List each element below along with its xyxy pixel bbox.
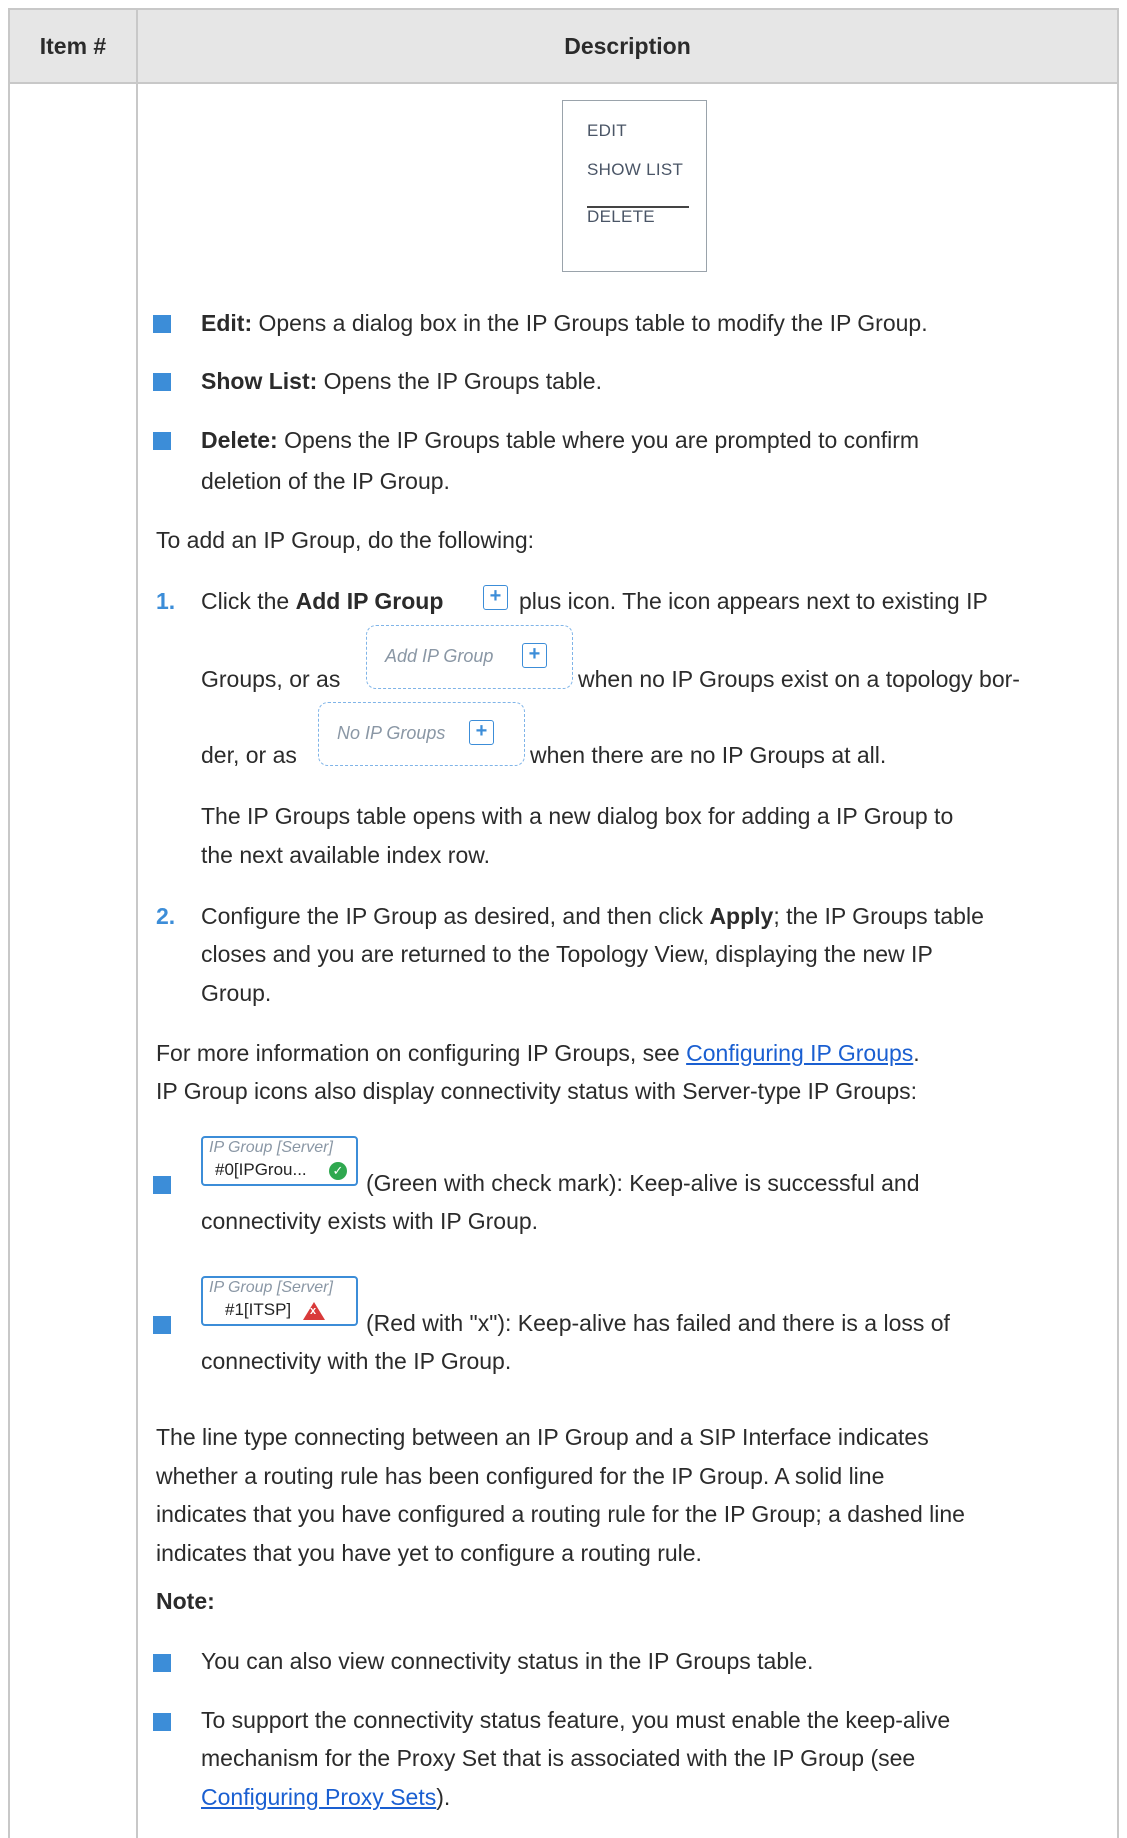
ip-group-server-connected-icon: IP Group [Server] #0[IPGrou... ✓ <box>201 1136 358 1186</box>
bullet-icon <box>153 315 171 333</box>
more-info: For more information on configuring IP G… <box>156 1040 920 1066</box>
bullet-icon <box>153 1654 171 1672</box>
add-ip-group-box-icon: Add IP Group + <box>366 625 573 689</box>
line-type-para-4: indicates that you have yet to configure… <box>156 1540 702 1566</box>
line-type-para-2: whether a routing rule has been configur… <box>156 1463 885 1489</box>
step2-line1: Configure the IP Group as desired, and t… <box>201 903 984 929</box>
warning-x-icon: x <box>303 1302 325 1320</box>
configuring-proxy-sets-link[interactable]: Configuring Proxy Sets <box>201 1784 436 1810</box>
plus-icon: + <box>469 720 494 745</box>
bullet-icon <box>153 432 171 450</box>
step2-line3: Group. <box>201 980 272 1006</box>
step1-line3-start: der, or as <box>201 742 297 768</box>
ip-group-server-failed-icon: IP Group [Server] #1[ITSP] x <box>201 1276 358 1326</box>
step-number: 1. <box>156 588 176 614</box>
step-number: 2. <box>156 903 176 929</box>
menu-item-delete: DELETE <box>587 207 655 226</box>
menu-item-edit: EDIT <box>587 121 627 140</box>
status-red-text: (Red with "x"): Keep-alive has failed an… <box>366 1310 950 1336</box>
bullet-icon <box>153 1316 171 1334</box>
note-item: You can also view connectivity status in… <box>201 1648 814 1674</box>
step1-line3-end: when there are no IP Groups at all. <box>530 742 887 768</box>
step1-line2-end: when no IP Groups exist on a topology bo… <box>578 666 1020 692</box>
step2-line2: closes and you are returned to the Topol… <box>201 941 933 967</box>
status-green-text: (Green with check mark): Keep-alive is s… <box>366 1170 920 1196</box>
step1-para1: The IP Groups table opens with a new dia… <box>201 803 954 829</box>
column-divider <box>136 10 138 1838</box>
context-menu-illustration: EDIT SHOW LIST DELETE <box>562 100 707 272</box>
plus-icon: + <box>522 643 547 668</box>
note-item-link-line: Configuring Proxy Sets). <box>201 1784 451 1810</box>
check-icon: ✓ <box>329 1162 347 1180</box>
step1-para2: the next available index row. <box>201 842 490 868</box>
menu-item-show-list: SHOW LIST <box>587 160 684 179</box>
add-ip-group-plus-icon: + <box>483 585 508 610</box>
step1-line1-end: plus icon. The icon appears next to exis… <box>519 588 988 614</box>
status-green-text-cont: connectivity exists with IP Group. <box>201 1208 539 1234</box>
step1-line2-start: Groups, or as <box>201 666 341 692</box>
note-item-cont: mechanism for the Proxy Set that is asso… <box>201 1745 916 1771</box>
step1-line1: Click the Add IP Group <box>201 588 444 614</box>
bullet-edit: Edit: Opens a dialog box in the IP Group… <box>201 310 928 336</box>
bullet-delete-cont: deletion of the IP Group. <box>201 468 450 494</box>
bullet-icon <box>153 1176 171 1194</box>
no-ip-groups-box-icon: No IP Groups + <box>318 702 525 766</box>
line-type-para-1: The line type connecting between an IP G… <box>156 1424 929 1450</box>
icons-intro: IP Group icons also display connectivity… <box>156 1078 918 1104</box>
note-label: Note: <box>156 1588 215 1614</box>
header-description: Description <box>564 32 691 59</box>
bullet-show-list: Show List: Opens the IP Groups table. <box>201 368 602 394</box>
note-item: To support the connectivity status featu… <box>201 1707 951 1733</box>
bullet-icon <box>153 373 171 391</box>
line-type-para-3: indicates that you have configured a rou… <box>156 1501 965 1527</box>
configuring-ip-groups-link[interactable]: Configuring IP Groups <box>686 1040 913 1066</box>
status-red-text-cont: connectivity with the IP Group. <box>201 1348 512 1374</box>
bullet-icon <box>153 1713 171 1731</box>
header-item-number: Item # <box>39 32 107 59</box>
bullet-delete: Delete: Opens the IP Groups table where … <box>201 427 920 453</box>
add-intro: To add an IP Group, do the following: <box>156 527 535 553</box>
table-header: Item # Description <box>10 10 1117 84</box>
